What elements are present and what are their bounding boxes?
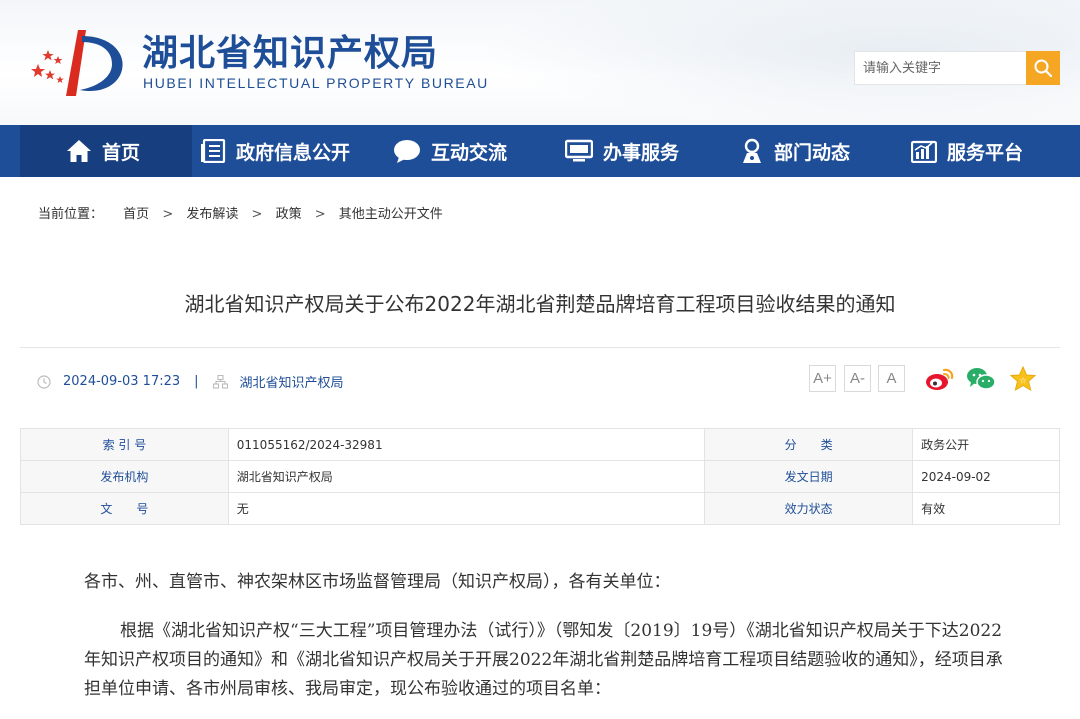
- nav-label-home: 首页: [102, 141, 141, 164]
- document-icon: [201, 139, 226, 163]
- body-paragraph: 根据《湖北省知识产权“三大工程”项目管理办法（试行）》（鄂知发〔2019〕19号…: [84, 621, 1003, 699]
- breadcrumb-separator: >: [314, 207, 326, 222]
- category-label: 分 类: [704, 428, 914, 461]
- font-reset-button[interactable]: A: [878, 365, 905, 392]
- table-row: 索 引 号 011055162/2024-32981 分 类 政务公开: [20, 428, 1060, 461]
- table-row: 文 号 无 效力状态 有效: [20, 492, 1060, 525]
- search-button[interactable]: [1026, 51, 1060, 85]
- validity-label: 效力状态: [704, 492, 914, 525]
- nav-label-platform: 服务平台: [947, 141, 1024, 164]
- index-number-value: 011055162/2024-32981: [227, 428, 706, 461]
- salutation-paragraph: 各市、州、直管市、神农架林区市场监督管理局（知识产权局），各有关单位：: [84, 572, 671, 592]
- nav-label-interaction: 互动交流: [431, 141, 508, 164]
- main-nav: 首页 政府信息公开 互动交流 办事服务 部门动态 服务平台: [0, 125, 1080, 177]
- nav-item-dept-news[interactable]: 部门动态: [740, 125, 850, 177]
- font-decrease-label: A-: [850, 370, 865, 387]
- breadcrumb-separator: >: [251, 207, 263, 222]
- font-reset-label: A: [886, 370, 897, 387]
- article-meta: 2024-09-03 17:23 | 湖北省知识产权局: [37, 372, 344, 391]
- site-title: 湖北省知识产权局: [142, 32, 439, 74]
- favorite-star-icon: ☆: [1010, 366, 1036, 392]
- person-pin-icon: [743, 138, 761, 163]
- nav-item-interaction[interactable]: 互动交流: [393, 125, 507, 177]
- breadcrumb-release[interactable]: 发布解读: [186, 207, 238, 222]
- meta-divider: |: [194, 374, 199, 389]
- share-weibo-button[interactable]: [925, 364, 955, 394]
- document-info-table: 索 引 号 011055162/2024-32981 分 类 政务公开 发布机构…: [20, 428, 1060, 525]
- search-input[interactable]: [854, 51, 1026, 85]
- nav-label-gov-info: 政府信息公开: [236, 141, 351, 164]
- favorite-button[interactable]: ☆: [1008, 364, 1038, 394]
- search-icon: [1034, 59, 1053, 78]
- issuer-value: 湖北省知识产权局: [227, 460, 706, 493]
- site-header: 湖北省知识产权局 HUBEI INTELLECTUAL PROPERTY BUR…: [0, 0, 1080, 125]
- home-icon: [67, 140, 91, 162]
- breadcrumb-other-files[interactable]: 其他主动公开文件: [339, 207, 443, 222]
- category-value: 政务公开: [912, 428, 1060, 461]
- nav-item-gov-info[interactable]: 政府信息公开: [200, 125, 350, 177]
- clock-icon: [37, 374, 51, 389]
- breadcrumb-separator: >: [162, 207, 174, 222]
- wechat-icon: [967, 368, 996, 390]
- issue-date-label: 发文日期: [704, 460, 914, 493]
- chat-bubble-icon: [394, 140, 420, 163]
- site-subtitle: HUBEI INTELLECTUAL PROPERTY BUREAU: [143, 75, 489, 91]
- publish-date: 2024-09-03 17:23: [63, 374, 181, 389]
- font-increase-button[interactable]: A+: [809, 365, 836, 392]
- breadcrumb-label: 当前位置：: [38, 207, 104, 222]
- article-meta-bar: 2024-09-03 17:23 | 湖北省知识产权局 A+ A- A ☆: [20, 347, 1060, 412]
- nav-item-home[interactable]: 首页: [20, 125, 192, 177]
- issuer-label: 发布机构: [20, 460, 229, 493]
- nav-item-platform[interactable]: 服务平台: [911, 125, 1023, 177]
- table-row: 发布机构 湖北省知识产权局 发文日期 2024-09-02: [20, 460, 1060, 493]
- monitor-icon: [565, 139, 593, 162]
- breadcrumb-home[interactable]: 首页: [123, 207, 149, 222]
- org-structure-icon: [212, 374, 228, 389]
- svg-text:☆: ☆: [1019, 376, 1026, 385]
- breadcrumb: 当前位置： 首页 > 发布解读 > 政策 > 其他主动公开文件: [38, 203, 443, 222]
- nav-label-dept-news: 部门动态: [774, 141, 851, 164]
- article-source: 湖北省知识产权局: [239, 376, 344, 391]
- index-number-label: 索 引 号: [20, 428, 229, 461]
- bar-chart-icon: [911, 140, 937, 163]
- article-title: 湖北省知识产权局关于公布2022年湖北省荆楚品牌培育工程项目验收结果的通知: [184, 292, 896, 316]
- font-decrease-button[interactable]: A-: [844, 365, 871, 392]
- bureau-logo-icon[interactable]: [26, 26, 130, 98]
- search-box: [854, 51, 1060, 85]
- font-increase-label: A+: [813, 370, 832, 387]
- validity-value: 有效: [912, 492, 1060, 525]
- weibo-icon: [926, 368, 954, 390]
- issue-date-value: 2024-09-02: [912, 460, 1060, 493]
- nav-item-services[interactable]: 办事服务: [565, 125, 679, 177]
- breadcrumb-policy[interactable]: 政策: [276, 207, 302, 222]
- doc-number-label: 文 号: [20, 492, 229, 525]
- doc-number-value: 无: [227, 492, 706, 525]
- share-wechat-button[interactable]: [966, 364, 996, 394]
- nav-label-services: 办事服务: [603, 141, 680, 164]
